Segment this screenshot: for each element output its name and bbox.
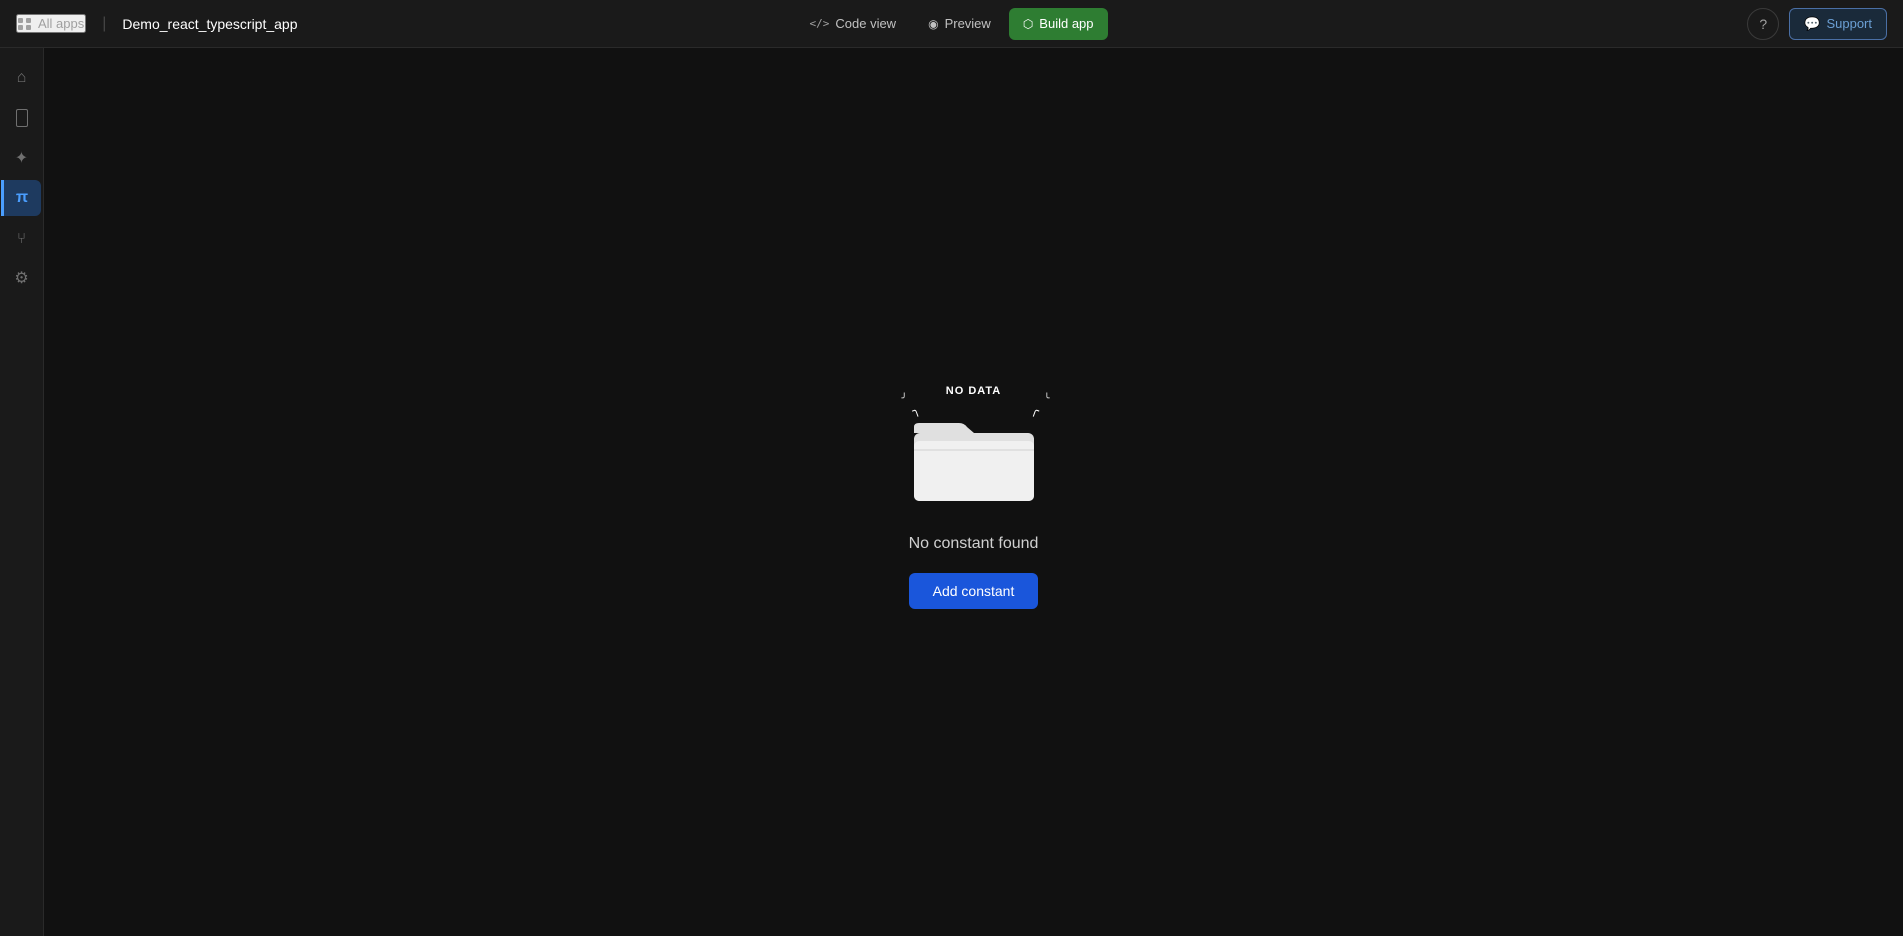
mobile-icon	[16, 109, 28, 127]
rocket-icon: ⬡	[1023, 17, 1033, 31]
branch-icon: ⑂	[17, 230, 26, 247]
sidebar-item-home[interactable]: ⌂	[4, 60, 40, 96]
all-apps-button[interactable]: All apps	[16, 14, 86, 33]
sparkle-icon: ✦	[15, 148, 28, 168]
support-button[interactable]: 💬 Support	[1789, 8, 1887, 40]
topbar-divider: |	[102, 15, 106, 33]
code-view-button[interactable]: </> Code view	[796, 8, 911, 40]
question-icon: ?	[1759, 16, 1767, 32]
all-apps-label: All apps	[38, 16, 84, 31]
main-area: ⌂ ✦ π ⑂ ⚙ NO DATA ╮ ╭ ╯ ╰	[0, 48, 1903, 936]
build-app-label: Build app	[1039, 16, 1093, 31]
folder-icon	[909, 405, 1039, 505]
sidebar-item-mobile[interactable]	[4, 100, 40, 136]
sidebar-item-sparkle[interactable]: ✦	[4, 140, 40, 176]
settings-icon: ⚙	[14, 268, 28, 288]
topbar-right: ? 💬 Support	[1108, 8, 1888, 40]
help-button[interactable]: ?	[1747, 8, 1779, 40]
home-icon: ⌂	[17, 69, 27, 87]
eye-icon: ◉	[928, 17, 938, 31]
sidebar: ⌂ ✦ π ⑂ ⚙	[0, 48, 44, 936]
empty-state: NO DATA ╮ ╭ ╯ ╰ No constant	[894, 375, 1054, 609]
code-view-label: Code view	[835, 16, 896, 31]
topbar: All apps | Demo_react_typescript_app </>…	[0, 0, 1903, 48]
topbar-center: </> Code view ◉ Preview ⬡ Build app	[796, 8, 1108, 40]
support-label: Support	[1826, 16, 1872, 31]
no-data-label: NO DATA	[946, 385, 1001, 397]
deco-bottom-left: ╯	[902, 393, 907, 404]
chat-icon: 💬	[1804, 16, 1820, 32]
build-app-button[interactable]: ⬡ Build app	[1009, 8, 1108, 40]
main-content: NO DATA ╮ ╭ ╯ ╰ No constant	[44, 48, 1903, 936]
empty-title: No constant found	[909, 535, 1039, 553]
sidebar-item-settings[interactable]: ⚙	[4, 260, 40, 296]
preview-label: Preview	[945, 16, 991, 31]
app-name: Demo_react_typescript_app	[122, 16, 297, 32]
topbar-left: All apps | Demo_react_typescript_app	[16, 14, 796, 33]
add-constant-button[interactable]: Add constant	[909, 573, 1039, 609]
empty-illustration: NO DATA ╮ ╭ ╯ ╰	[894, 375, 1054, 515]
code-icon: </>	[810, 17, 830, 30]
deco-bottom-right: ╰	[1044, 393, 1049, 404]
sidebar-item-constants[interactable]: π	[1, 180, 41, 216]
pi-icon: π	[16, 189, 28, 207]
sidebar-item-branch[interactable]: ⑂	[4, 220, 40, 256]
grid-icon	[18, 18, 32, 30]
preview-button[interactable]: ◉ Preview	[914, 8, 1005, 40]
